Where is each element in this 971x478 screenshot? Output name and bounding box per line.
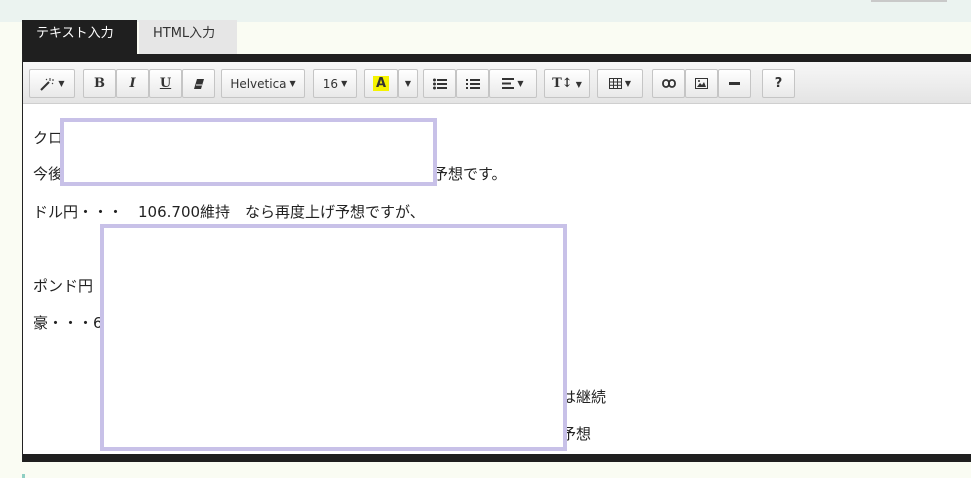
line-height-icon: T↕ [552, 76, 573, 91]
redaction-box [100, 224, 567, 451]
chevron-down-icon: ▼ [341, 79, 348, 88]
content-line-5: 豪・・・6 [33, 314, 103, 332]
paragraph-align-dropdown[interactable]: ▼ [489, 69, 537, 98]
unordered-list-button[interactable] [423, 69, 456, 98]
help-button[interactable]: ? [762, 69, 795, 98]
redaction-box [60, 118, 437, 186]
chevron-down-icon: ▼ [624, 79, 632, 88]
underline-button[interactable]: U [149, 69, 182, 98]
image-icon [695, 78, 708, 89]
insert-link-button[interactable] [652, 69, 685, 98]
page-top-bar [0, 0, 971, 22]
chevron-down-icon: ▼ [404, 79, 412, 88]
clear-format-button[interactable] [182, 69, 215, 98]
editor-toolbar: ▼ B I U Helvetica ▼ 16 ▼ A ▼ ▼ T↕ ▼ ▼ ? [23, 62, 971, 104]
font-color-dropdown-button[interactable]: ▼ [398, 69, 418, 98]
link-icon [661, 79, 676, 88]
chevron-down-icon: ▼ [289, 79, 296, 88]
chevron-down-icon: ▼ [517, 79, 524, 88]
font-color-icon: A [372, 76, 390, 91]
content-line-2-end: 予想です。 [433, 165, 507, 183]
content-line-6-end: は継続 [561, 388, 607, 406]
tab-text-input[interactable]: テキスト入力 [22, 20, 137, 54]
align-left-icon [502, 78, 515, 89]
content-line-1: クロ [33, 129, 64, 147]
eraser-icon [193, 78, 204, 89]
font-family-label: Helvetica [230, 76, 287, 91]
tab-html-input[interactable]: HTML入力 [139, 20, 237, 54]
font-family-dropdown[interactable]: Helvetica ▼ [221, 69, 305, 98]
editor-bottom-border [23, 454, 971, 462]
magic-wand-icon [40, 77, 55, 91]
horizontal-rule-button[interactable] [718, 69, 751, 98]
content-line-2-start: 今後 [33, 165, 64, 183]
font-size-label: 16 [322, 76, 339, 91]
bottom-accent-mark [22, 474, 25, 478]
minus-icon [729, 82, 740, 85]
numbered-list-icon [465, 78, 480, 89]
bullet-list-icon [432, 78, 447, 89]
chevron-down-icon: ▼ [58, 79, 65, 88]
style-dropdown-button[interactable]: ▼ [29, 69, 75, 98]
table-dropdown[interactable]: ▼ [597, 69, 643, 98]
chevron-down-icon: ▼ [575, 78, 582, 89]
italic-button[interactable]: I [116, 69, 149, 98]
content-line-3: ドル円・・・ 106.700維持 なら再度上げ予想ですが、 [33, 203, 425, 221]
font-color-button[interactable]: A [364, 69, 398, 98]
ordered-list-button[interactable] [456, 69, 489, 98]
font-size-dropdown[interactable]: 16 ▼ [313, 69, 357, 98]
line-height-dropdown[interactable]: T↕ ▼ [544, 69, 590, 98]
table-icon [608, 78, 622, 89]
insert-image-button[interactable] [685, 69, 718, 98]
bold-button[interactable]: B [83, 69, 116, 98]
top-scroll-indicator [871, 0, 947, 2]
content-line-4: ポンド円 [33, 277, 94, 295]
editor-top-border [23, 54, 971, 62]
